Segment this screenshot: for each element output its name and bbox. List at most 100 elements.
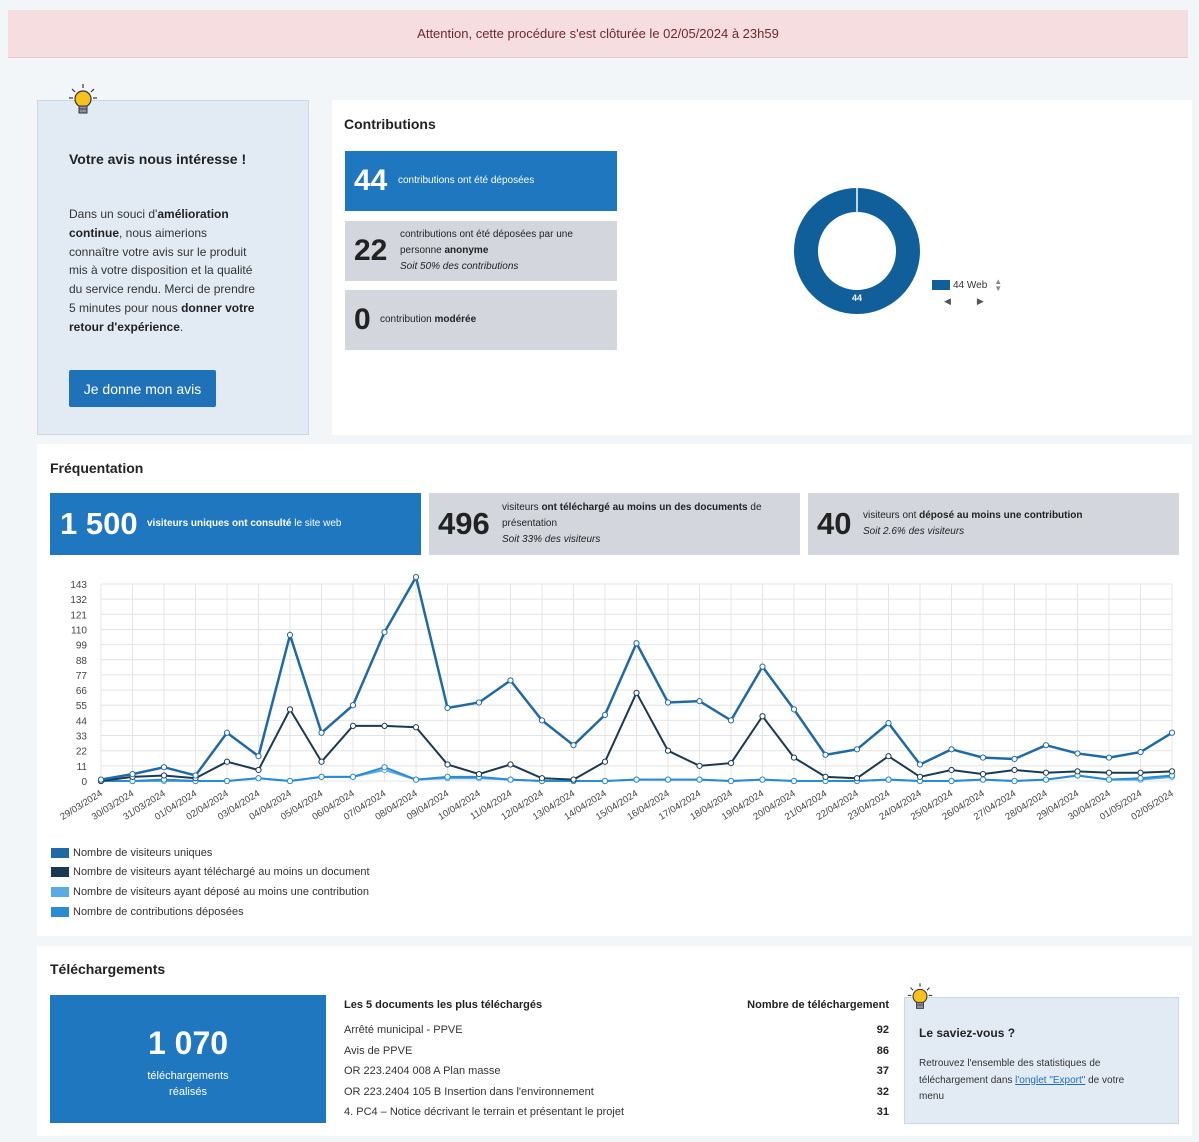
data-point[interactable]	[318, 773, 325, 780]
data-point[interactable]	[381, 722, 388, 729]
data-point[interactable]	[192, 772, 199, 779]
data-point[interactable]	[97, 776, 105, 783]
data-point[interactable]	[822, 773, 829, 780]
data-point[interactable]	[160, 772, 168, 779]
data-point[interactable]	[948, 777, 955, 785]
data-point[interactable]	[664, 747, 672, 754]
data-point[interactable]	[286, 631, 294, 639]
legend-sort-icon[interactable]: ▲ ▼	[994, 278, 1002, 293]
data-point[interactable]	[1137, 769, 1144, 776]
data-point[interactable]	[696, 697, 703, 705]
chart-legend-item-2[interactable]: Nombre de visiteurs ayant déposé au moin…	[51, 886, 369, 898]
data-point[interactable]	[979, 754, 987, 761]
data-point[interactable]	[1042, 742, 1050, 749]
data-point[interactable]	[286, 706, 294, 713]
data-point[interactable]	[318, 758, 325, 765]
data-point[interactable]	[538, 775, 546, 782]
chart-legend-item-1[interactable]: Nombre de visiteurs ayant téléchargé au …	[51, 866, 370, 878]
data-point[interactable]	[948, 746, 955, 753]
data-point[interactable]	[885, 776, 892, 783]
chart-legend-item-3[interactable]: Nombre de contributions déposées	[51, 906, 244, 918]
data-point[interactable]	[570, 742, 577, 749]
data-point[interactable]	[444, 761, 451, 768]
data-point[interactable]	[1168, 768, 1176, 775]
data-point[interactable]	[349, 773, 357, 780]
data-point[interactable]	[633, 776, 640, 783]
data-point[interactable]	[318, 729, 325, 736]
data-point[interactable]	[475, 699, 483, 706]
data-point[interactable]	[507, 776, 514, 783]
data-point[interactable]	[601, 777, 609, 785]
data-point[interactable]	[1105, 776, 1113, 783]
data-point[interactable]	[223, 758, 231, 765]
data-point[interactable]	[1011, 766, 1018, 774]
give-feedback-button[interactable]: Je donne mon avis	[69, 370, 216, 407]
data-point[interactable]	[349, 722, 357, 729]
data-point[interactable]	[570, 776, 577, 783]
data-point[interactable]	[223, 729, 231, 736]
data-point[interactable]	[948, 766, 955, 774]
data-point[interactable]	[759, 663, 766, 670]
data-point[interactable]	[790, 754, 798, 761]
data-point[interactable]	[255, 753, 262, 760]
data-point[interactable]	[412, 574, 420, 581]
data-point[interactable]	[507, 677, 514, 684]
data-point[interactable]	[822, 751, 829, 758]
data-point[interactable]	[444, 773, 451, 780]
data-point[interactable]	[1042, 769, 1050, 776]
data-point[interactable]	[1074, 750, 1081, 757]
data-point[interactable]	[601, 758, 609, 765]
data-point[interactable]	[412, 776, 420, 783]
data-point[interactable]	[381, 629, 388, 636]
data-point[interactable]	[507, 761, 514, 768]
data-point[interactable]	[1074, 768, 1081, 775]
data-point[interactable]	[853, 746, 861, 753]
data-point[interactable]	[759, 713, 766, 720]
data-point[interactable]	[633, 640, 640, 647]
data-point[interactable]	[727, 759, 735, 767]
data-point[interactable]	[696, 776, 703, 783]
chart-legend-item-0[interactable]: Nombre de visiteurs uniques	[51, 847, 212, 859]
legend-next-icon[interactable]: ▶	[977, 296, 984, 307]
data-point[interactable]	[727, 777, 735, 785]
data-point[interactable]	[979, 771, 987, 778]
data-point[interactable]	[916, 761, 924, 768]
data-point[interactable]	[853, 775, 861, 782]
data-point[interactable]	[979, 776, 987, 783]
data-point[interactable]	[223, 777, 231, 785]
data-point[interactable]	[759, 776, 766, 783]
data-point[interactable]	[129, 771, 136, 778]
data-point[interactable]	[444, 704, 451, 712]
data-point[interactable]	[255, 766, 262, 774]
data-point[interactable]	[664, 776, 672, 783]
data-point[interactable]	[160, 764, 168, 771]
data-point[interactable]	[286, 777, 294, 785]
data-point[interactable]	[1168, 729, 1176, 736]
data-point[interactable]	[916, 773, 924, 780]
data-point[interactable]	[1105, 769, 1113, 776]
export-tab-link[interactable]: l'onglet "Export"	[1015, 1075, 1085, 1086]
data-point[interactable]	[885, 720, 892, 727]
data-point[interactable]	[381, 764, 388, 771]
data-point[interactable]	[601, 711, 609, 718]
data-point[interactable]	[1011, 777, 1018, 785]
data-point[interactable]	[412, 724, 420, 731]
data-point[interactable]	[475, 771, 483, 778]
data-point[interactable]	[255, 775, 262, 782]
data-point[interactable]	[1105, 754, 1113, 761]
data-point[interactable]	[790, 706, 798, 713]
legend-prev-icon[interactable]: ◀	[944, 296, 951, 307]
data-point[interactable]	[885, 753, 892, 760]
data-point[interactable]	[664, 699, 672, 706]
donut-slice-web[interactable]	[794, 188, 920, 314]
data-point[interactable]	[349, 702, 357, 709]
data-point[interactable]	[1137, 748, 1144, 756]
data-point[interactable]	[633, 689, 640, 696]
data-point[interactable]	[790, 777, 798, 785]
data-point[interactable]	[1042, 776, 1050, 783]
data-point[interactable]	[696, 762, 703, 769]
data-point[interactable]	[1137, 775, 1144, 782]
data-point[interactable]	[1011, 755, 1018, 763]
data-point[interactable]	[727, 717, 735, 724]
data-point[interactable]	[538, 717, 546, 724]
